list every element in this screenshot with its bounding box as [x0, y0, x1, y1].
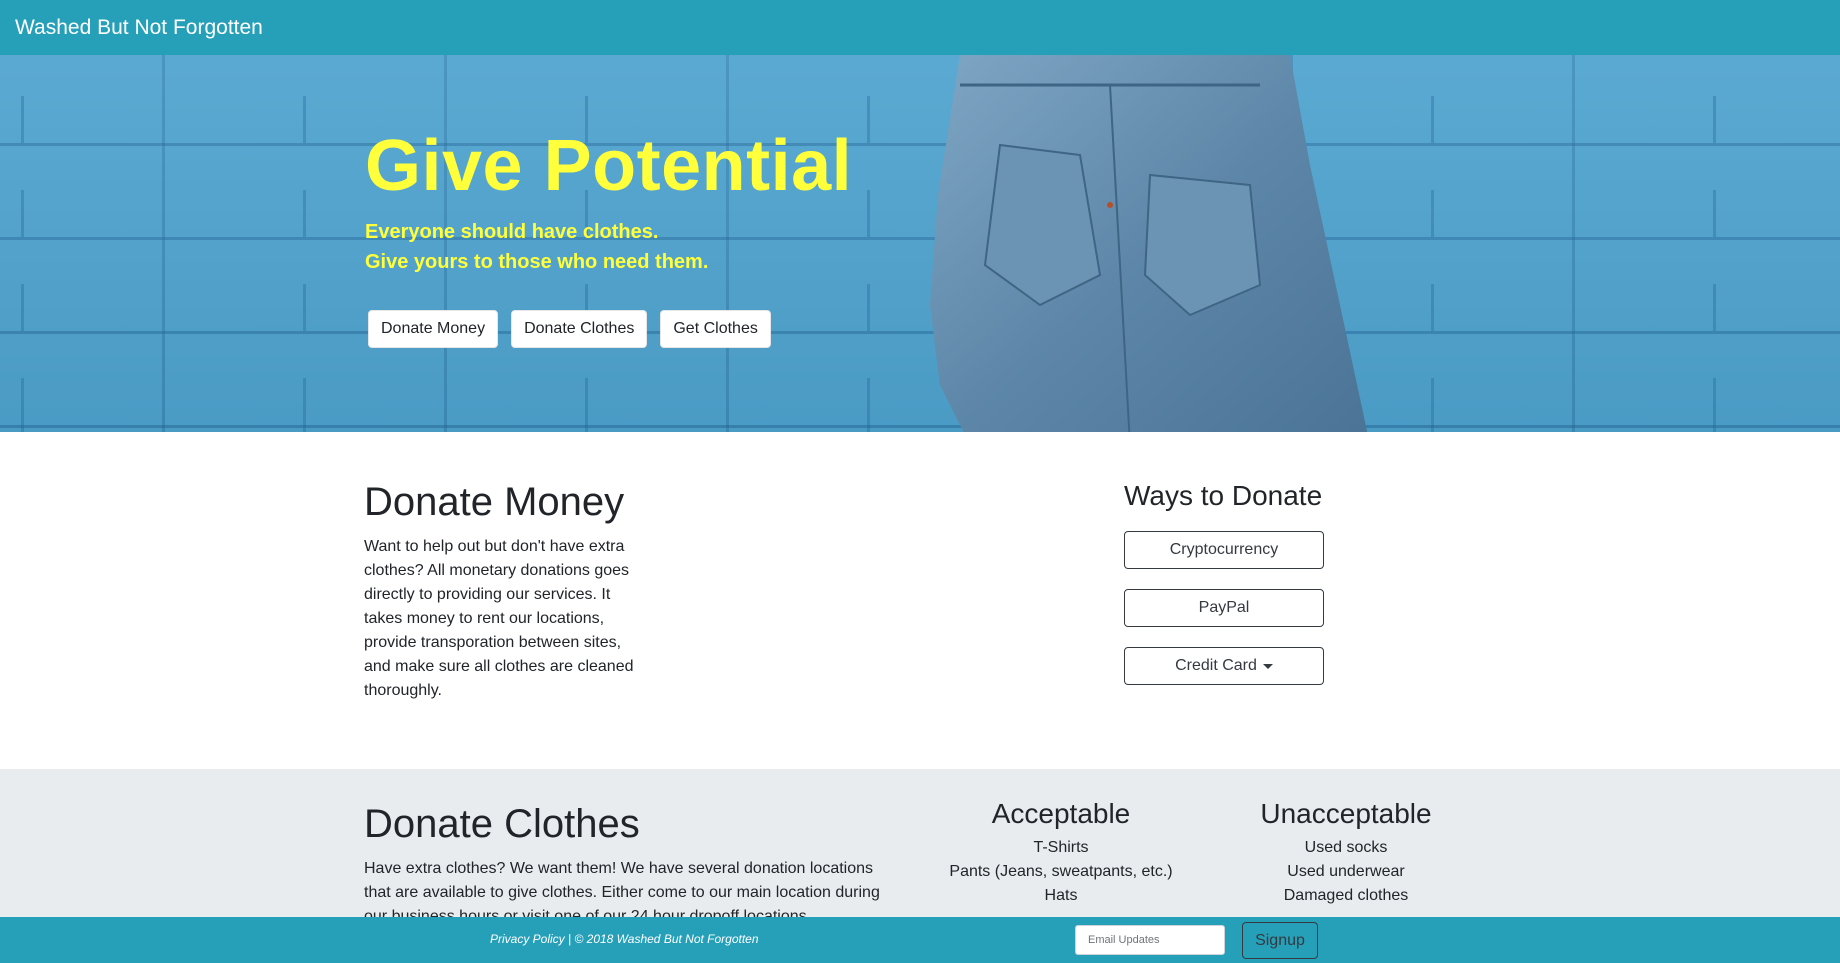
hero-title: Give Potential — [365, 126, 853, 206]
list-item: Used socks — [1304, 839, 1388, 856]
brand-link[interactable]: Washed But Not Forgotten — [15, 16, 263, 40]
donate-clothes-title: Donate Clothes — [364, 802, 640, 846]
list-item: Pants (Jeans, sweatpants, etc.) — [949, 863, 1173, 880]
list-item: T-Shirts — [1033, 839, 1089, 856]
hero-buttons: Donate Money Donate Clothes Get Clothes — [368, 310, 771, 348]
unacceptable-list: Unacceptable Used socks Used underwear D… — [1231, 798, 1461, 908]
credit-card-dropdown[interactable]: Credit Card — [1124, 647, 1324, 685]
list-item: Damaged clothes — [1283, 887, 1409, 904]
donate-money-section: Donate Money Want to help out but don't … — [0, 432, 1840, 769]
footer-text: Privacy Policy | © 2018 Washed But Not F… — [490, 932, 759, 946]
navbar: Washed But Not Forgotten — [0, 0, 1840, 55]
hero-banner: Give Potential Everyone should have clot… — [0, 55, 1840, 432]
hero-subtitle: Everyone should have clothes. Give yours… — [365, 217, 708, 277]
unacceptable-title: Unacceptable — [1260, 798, 1432, 829]
list-item: Hats — [1044, 887, 1078, 904]
credit-card-label: Credit Card — [1175, 657, 1257, 674]
paypal-button[interactable]: PayPal — [1124, 589, 1324, 627]
page: Give Potential Everyone should have clot… — [0, 0, 1840, 963]
cryptocurrency-label: Cryptocurrency — [1169, 541, 1279, 558]
email-updates-input[interactable] — [1075, 925, 1225, 955]
footer: Privacy Policy | © 2018 Washed But Not F… — [0, 917, 1840, 963]
ways-to-donate-title: Ways to Donate — [1124, 480, 1323, 511]
donate-money-text: Want to help out but don't have extra cl… — [364, 538, 634, 699]
signup-button[interactable]: Signup — [1242, 922, 1318, 959]
acceptable-title: Acceptable — [991, 798, 1131, 829]
cryptocurrency-button[interactable]: Cryptocurrency — [1124, 531, 1324, 569]
caret-down-icon — [1262, 664, 1273, 669]
paypal-label: PayPal — [1198, 599, 1250, 616]
acceptable-list: Acceptable T-Shirts Pants (Jeans, sweatp… — [946, 798, 1176, 908]
donate-money-button[interactable]: Donate Money — [368, 310, 499, 348]
donate-money-title: Donate Money — [364, 480, 625, 524]
copyright-text: | © 2018 Washed But Not Forgotten — [564, 932, 759, 946]
donate-clothes-button[interactable]: Donate Clothes — [511, 310, 648, 348]
get-clothes-button[interactable]: Get Clothes — [660, 310, 771, 348]
hero-subtitle-line-1: Everyone should have clothes. — [365, 221, 659, 243]
hero-subtitle-line-2: Give yours to those who need them. — [365, 251, 709, 273]
privacy-policy-link[interactable]: Privacy Policy — [490, 932, 565, 946]
list-item: Used underwear — [1287, 863, 1405, 880]
jeans-image — [930, 55, 1368, 432]
